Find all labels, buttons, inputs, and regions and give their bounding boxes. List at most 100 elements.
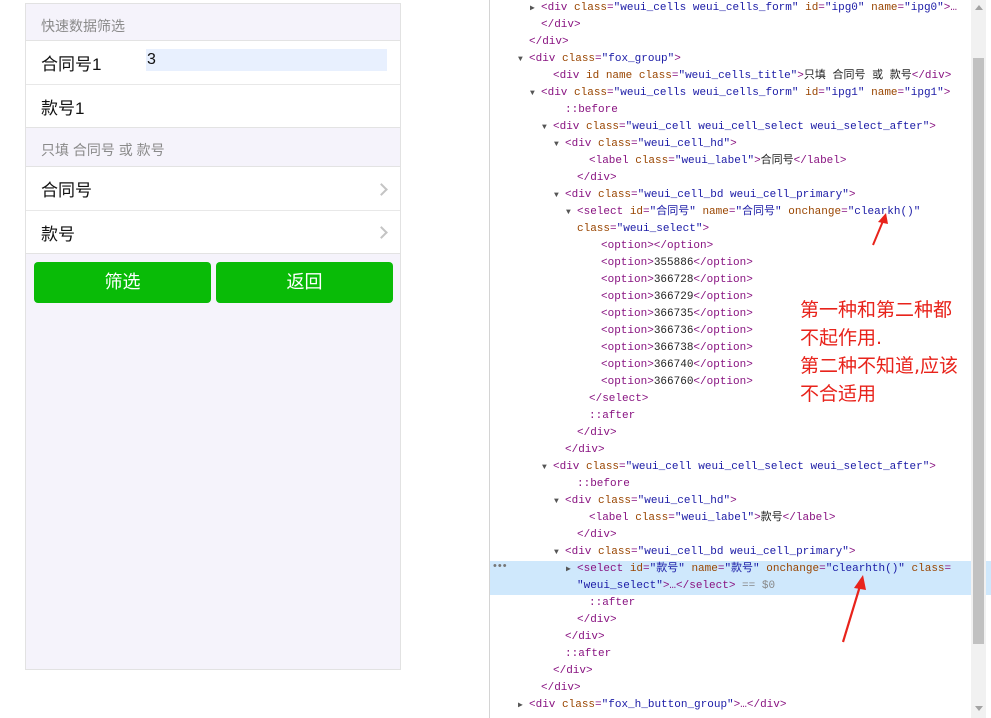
code-token: <label (589, 155, 636, 167)
code-token: "weui_cell_hd" (637, 495, 731, 507)
scroll-up-arrow-icon[interactable] (975, 5, 983, 10)
code-token: <option> (601, 291, 654, 303)
field-label: 合同号 (41, 181, 92, 200)
expand-triangle-icon[interactable]: ▼ (554, 493, 565, 510)
code-token: <div (529, 699, 563, 711)
back-button[interactable]: 返回 (216, 262, 393, 303)
code-token: > (848, 189, 856, 201)
expand-triangle-icon[interactable]: ▼ (554, 136, 565, 153)
dom-node-line[interactable]: <option></option> (490, 238, 991, 255)
dom-node-line[interactable]: </div> (490, 612, 991, 629)
code-token: class (577, 223, 611, 235)
code-token: "weui_select" (616, 223, 703, 235)
dom-node-line[interactable]: ▼ <div class="weui_cell weui_cell_select … (490, 459, 991, 476)
code-token: <div (553, 461, 587, 473)
code-token: "weui_cell_hd" (637, 138, 731, 150)
dom-node-line[interactable]: ▶ <div class="weui_cells weui_cells_form"… (490, 0, 991, 17)
mobile-preview: 快速数据筛选 合同号1 3 款号1 只填 合同号 或 款号 合同号 款号 筛选 … (25, 3, 401, 670)
code-token: </div> (553, 665, 593, 677)
dom-node-line[interactable]: ▶ <div class="fox_h_button_group">…</div> (490, 697, 991, 714)
code-token: </div> (541, 682, 581, 694)
dom-node-line[interactable]: ▼ <div class="weui_cell_bd weui_cell_prim… (490, 544, 991, 561)
expand-triangle-icon[interactable]: ▼ (554, 187, 565, 204)
dom-node-line[interactable]: </div> (490, 17, 991, 34)
dom-node-line[interactable]: ▼ <div class="fox_group"> (490, 51, 991, 68)
selected-node-marker[interactable]: ••• (493, 560, 508, 572)
code-token: </option> (693, 376, 753, 388)
dom-node-line[interactable]: <option>355886</option> (490, 255, 991, 272)
dom-node-line[interactable]: ::before (490, 476, 991, 493)
code-token: name (871, 2, 898, 14)
dom-node-line[interactable]: ▼ <div class="weui_cell_hd"> (490, 493, 991, 510)
code-token: </option> (693, 325, 753, 337)
code-token: = (668, 512, 675, 524)
code-token: </div> (565, 444, 605, 456)
code-token: = (841, 206, 848, 218)
code-token: > (754, 512, 761, 524)
dom-node-line[interactable]: <label class="weui_label">合同号</label> (490, 153, 991, 170)
code-token: 366740 (653, 359, 694, 371)
dom-node-line[interactable]: ::before (490, 102, 991, 119)
expand-triangle-icon[interactable]: ▼ (554, 544, 565, 561)
collapse-triangle-icon[interactable]: ▶ (566, 561, 577, 578)
code-token: <option></option> (601, 240, 714, 252)
contract-no-select[interactable]: 合同号 (26, 167, 400, 210)
dom-node-line[interactable]: ▼ <div class="weui_cells weui_cells_form"… (490, 85, 991, 102)
dom-node-line[interactable]: </div> (490, 425, 991, 442)
code-token: = (643, 563, 650, 575)
dom-node-line[interactable]: </div> (490, 170, 991, 187)
dom-node-line[interactable]: "weui_select">…</select> == $0 (490, 578, 991, 595)
dom-node-line[interactable]: </div> (490, 34, 991, 51)
code-token: "clearhth()" (825, 563, 905, 575)
dom-node-line[interactable]: <div id name class="weui_cells_title">只填… (490, 68, 991, 85)
code-token: = (818, 87, 825, 99)
contract-no-1-input[interactable]: 3 (146, 49, 387, 71)
dom-node-line[interactable]: ▶ <select id="款号" name="款号" onchange="cle… (490, 561, 991, 578)
collapse-triangle-icon[interactable]: ▶ (530, 0, 541, 17)
code-token: > (702, 223, 710, 235)
code-token: >…</div> (733, 699, 787, 711)
dom-node-line[interactable]: ::after (490, 595, 991, 612)
code-token: <div (541, 87, 575, 99)
annotation-line: 不起作用. (800, 327, 883, 349)
dom-node-line[interactable]: ▼ <select id="合同号" name="合同号" onchange="c… (490, 204, 991, 221)
filter-button[interactable]: 筛选 (34, 262, 211, 303)
dom-node-line[interactable]: </div> (490, 442, 991, 459)
dom-node-line[interactable]: ▼ <div class="weui_cell weui_cell_select … (490, 119, 991, 136)
dom-node-line[interactable]: </div> (490, 663, 991, 680)
dom-node-line[interactable]: </div> (490, 527, 991, 544)
dom-node-line[interactable]: <option>366728</option> (490, 272, 991, 289)
style-no-1-row[interactable]: 款号1 (26, 84, 400, 127)
expand-triangle-icon[interactable]: ▼ (542, 119, 553, 136)
dom-node-line[interactable]: ::after (490, 646, 991, 663)
dom-node-line[interactable]: ▼ <div class="weui_cell_bd weui_cell_prim… (490, 187, 991, 204)
code-token: </option> (693, 257, 753, 269)
code-token: "weui_cell weui_cell_select weui_select_… (625, 121, 930, 133)
collapse-triangle-icon[interactable]: ▶ (518, 697, 529, 714)
dom-node-line[interactable]: ::after (490, 408, 991, 425)
dom-node-line[interactable]: class="weui_select"> (490, 221, 991, 238)
expand-triangle-icon[interactable]: ▼ (530, 85, 541, 102)
scroll-down-arrow-icon[interactable] (975, 706, 983, 711)
code-token: </option> (693, 274, 753, 286)
code-token: = (595, 699, 602, 711)
style-no-select[interactable]: 款号 (26, 210, 400, 253)
code-token: > (929, 461, 936, 473)
expand-triangle-icon[interactable]: ▼ (542, 459, 553, 476)
code-token: </div> (577, 529, 617, 541)
code-token: = (619, 121, 626, 133)
code-token: class (598, 546, 632, 558)
dom-node-line[interactable]: </div> (490, 680, 991, 697)
dom-node-line[interactable]: <label class="weui_label">款号</label> (490, 510, 991, 527)
dom-node-line[interactable]: </div> (490, 629, 991, 646)
expand-triangle-icon[interactable]: ▼ (566, 204, 577, 221)
code-token: "weui_select" (577, 580, 663, 592)
code-token: >…</select> (662, 580, 736, 592)
dom-node-line[interactable]: ▼ <div class="weui_cell_hd"> (490, 136, 991, 153)
code-token: class (911, 563, 945, 575)
expand-triangle-icon[interactable]: ▼ (518, 51, 529, 68)
code-token: "ipg0" (824, 2, 865, 14)
contract-no-1-row[interactable]: 合同号1 3 (26, 41, 400, 84)
code-token: == $0 (735, 580, 776, 592)
code-token: <option> (601, 274, 654, 286)
